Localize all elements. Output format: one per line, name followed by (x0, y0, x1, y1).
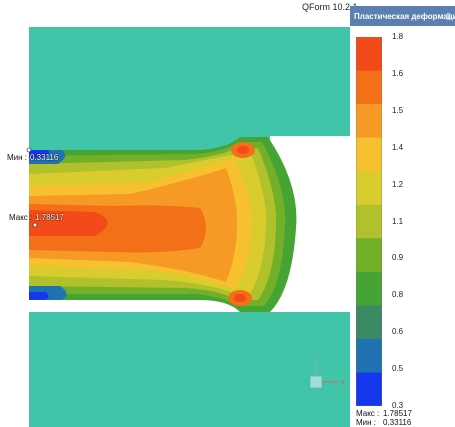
legend-swatch (356, 338, 382, 373)
legend-tick-label: 1.5 (392, 105, 404, 115)
legend-tick-label: 0.8 (392, 290, 404, 300)
max-point-label: Макс : (9, 213, 33, 222)
legend-swatch (356, 204, 382, 239)
min-point-value: 0.33116 (30, 153, 59, 162)
hotspot-bottom-core (234, 294, 246, 302)
legend-tick-label: 1.6 (392, 68, 404, 78)
legend-tick-label: 1.4 (392, 142, 404, 152)
zone-deep-blue-bottom (29, 292, 49, 300)
legend-swatch (356, 238, 382, 273)
legend-swatch (356, 70, 382, 105)
hotspot-top-core (237, 146, 249, 154)
legend-tick-label: 1.1 (392, 216, 404, 226)
axis-z-label: Z (313, 354, 318, 361)
max-point-marker[interactable] (32, 222, 38, 228)
upper-die (29, 27, 350, 136)
legend-header[interactable]: Пластическая деформация ▯ (350, 6, 455, 26)
legend-tick-label: 0.6 (392, 327, 404, 337)
legend-tick-label: 1.2 (392, 179, 404, 189)
legend-tick-label: 0.9 (392, 253, 404, 263)
legend-min-label: Мин : (356, 418, 376, 427)
legend-min-value: 0.33116 (383, 418, 412, 427)
legend-swatch (356, 104, 382, 139)
legend-swatch (356, 137, 382, 172)
legend-title: Пластическая деформация (354, 11, 455, 21)
legend-colorbar (356, 37, 382, 406)
legend-swatch (356, 37, 382, 72)
min-point-marker[interactable] (26, 147, 32, 153)
min-point-label: Мин : (7, 153, 27, 162)
legend-tick-label: 1.8 (392, 32, 404, 41)
lower-die (29, 312, 350, 427)
legend-max-value: 1.78517 (383, 409, 412, 418)
legend-swatch (356, 305, 382, 340)
legend-swatch (356, 271, 382, 306)
legend-swatch (356, 372, 382, 406)
legend-max-label: Макс : (356, 409, 380, 418)
max-point-value: 1.78517 (35, 213, 64, 222)
legend-swatch (356, 171, 382, 206)
legend-tick-label: 0.5 (392, 364, 404, 374)
axis-x-label: X (340, 380, 345, 387)
pin-icon[interactable]: ▯ (446, 11, 451, 22)
